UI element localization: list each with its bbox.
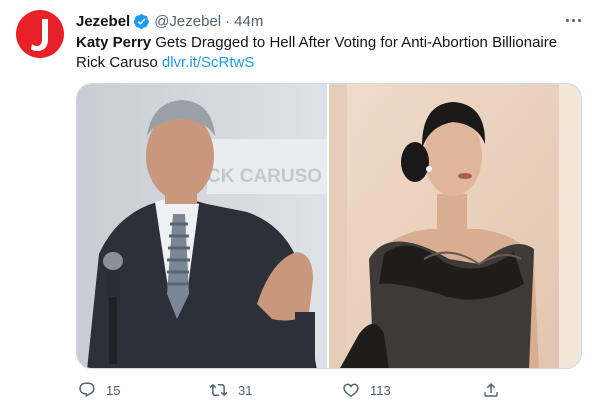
backdrop-text: CK CARUSO F <box>207 166 327 187</box>
timestamp[interactable]: 44m <box>234 13 263 30</box>
like-button[interactable]: 113 <box>342 377 391 403</box>
verified-badge-icon <box>133 13 150 30</box>
retweet-icon <box>209 383 228 397</box>
retweet-button[interactable]: 31 <box>209 377 252 403</box>
jezebel-logo <box>31 19 48 51</box>
tweet[interactable]: Jezebel @Jezebel · 44m Katy Perry Gets D… <box>0 0 592 413</box>
tweet-link[interactable]: dlvr.it/ScRtwS <box>162 54 255 71</box>
photo-katy-perry[interactable] <box>329 84 581 368</box>
display-name[interactable]: Jezebel <box>76 13 130 30</box>
photo-rick-caruso[interactable]: CK CARUSO F <box>77 84 327 368</box>
tweet-header: Jezebel @Jezebel · 44m <box>76 11 263 31</box>
reply-button[interactable]: 15 <box>78 377 120 403</box>
media-grid: CK CARUSO F <box>76 83 582 369</box>
tweet-text: Katy Perry Gets Dragged to Hell After Vo… <box>76 33 576 73</box>
more-options-icon[interactable] <box>562 10 584 30</box>
like-count: 113 <box>370 382 391 398</box>
author-handle[interactable]: @Jezebel <box>154 13 221 30</box>
tweet-actions: 15 31 113 <box>76 377 506 403</box>
like-icon <box>343 383 359 398</box>
separator-dot: · <box>225 12 231 30</box>
reply-count: 15 <box>106 382 121 398</box>
retweet-count: 31 <box>238 382 253 398</box>
avatar[interactable] <box>16 10 64 58</box>
reply-icon <box>79 382 95 398</box>
tweet-text-bold: Katy Perry <box>76 34 152 51</box>
share-icon <box>484 382 498 397</box>
share-button[interactable] <box>482 377 500 403</box>
